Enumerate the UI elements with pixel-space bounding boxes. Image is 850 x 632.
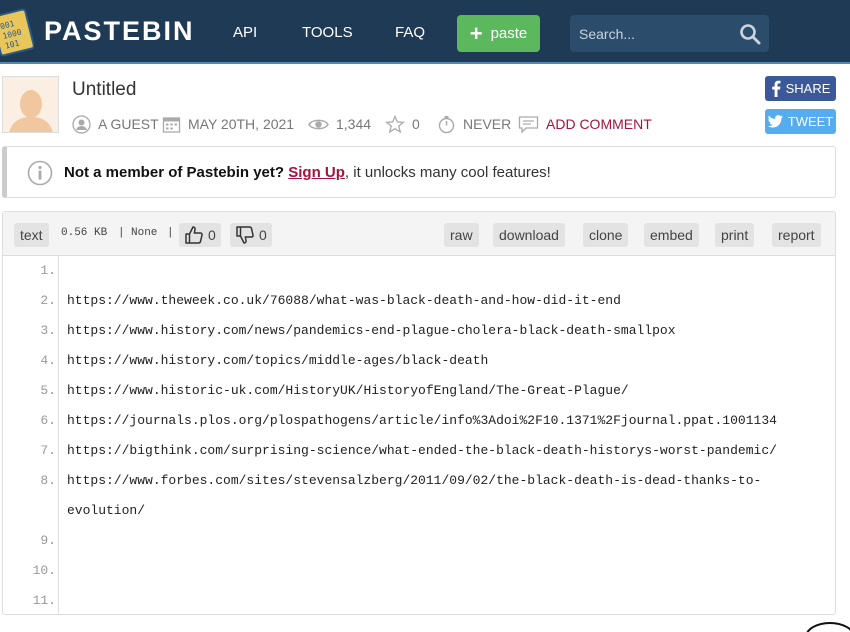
rating-count: 0 bbox=[412, 116, 420, 132]
partial-circle-graphic bbox=[805, 622, 850, 632]
embed-button[interactable]: embed bbox=[644, 223, 699, 247]
like-button[interactable]: 0 bbox=[179, 223, 221, 247]
code-line: https://www.history.com/news/pandemics-e… bbox=[67, 323, 676, 338]
author-name[interactable]: A GUEST bbox=[98, 116, 159, 132]
line-number: 9. bbox=[40, 533, 56, 548]
nav-api[interactable]: API bbox=[233, 24, 257, 41]
thumbs-down-icon bbox=[236, 226, 254, 244]
search-input[interactable] bbox=[570, 15, 730, 52]
notice-suffix: , it unlocks many cool features! bbox=[344, 164, 551, 181]
like-count: 0 bbox=[208, 227, 216, 243]
top-header: 001 1000 101 PASTEBIN API TOOLS FAQ + pa… bbox=[0, 0, 850, 64]
twitter-share-label: TWEET bbox=[787, 114, 834, 129]
date-meta: MAY 20TH, 2021 bbox=[162, 114, 294, 134]
paste-size: 0.56 KB bbox=[61, 227, 108, 239]
download-button[interactable]: download bbox=[493, 223, 565, 247]
calendar-icon bbox=[162, 116, 181, 133]
author-meta: A GUEST bbox=[72, 114, 159, 134]
print-button[interactable]: print bbox=[715, 223, 755, 247]
comment-icon bbox=[518, 115, 539, 134]
thumbs-up-icon bbox=[185, 226, 203, 244]
add-comment-link[interactable]: ADD COMMENT bbox=[546, 116, 652, 132]
notice-text: Not a member of Pastebin yet? Sign Up, i… bbox=[64, 164, 551, 181]
separator: | bbox=[118, 227, 125, 239]
avatar[interactable] bbox=[2, 76, 59, 133]
line-number-gutter bbox=[3, 256, 59, 614]
dislike-button[interactable]: 0 bbox=[230, 223, 272, 247]
paste-category: None bbox=[131, 227, 158, 239]
signup-link[interactable]: Sign Up bbox=[288, 164, 345, 181]
line-number: 11. bbox=[32, 593, 56, 608]
syntax-label[interactable]: text bbox=[14, 223, 49, 247]
comment-meta[interactable]: ADD COMMENT bbox=[518, 114, 652, 134]
brand-name[interactable]: PASTEBIN bbox=[44, 16, 195, 47]
code-line: https://journals.plos.org/plospathogens/… bbox=[67, 413, 777, 428]
timer-icon bbox=[438, 115, 455, 133]
code-line: evolution/ bbox=[67, 503, 146, 518]
paste-title: Untitled bbox=[72, 79, 137, 100]
line-number: 4. bbox=[40, 353, 56, 368]
code-line: https://bigthink.com/surprising-science/… bbox=[67, 443, 777, 458]
line-number: 7. bbox=[40, 443, 56, 458]
raw-button[interactable]: raw bbox=[444, 223, 479, 247]
paste-content-box: text 0.56 KB | None | 0 0 raw download c… bbox=[2, 211, 836, 615]
line-number: 5. bbox=[40, 383, 56, 398]
twitter-icon bbox=[767, 115, 783, 128]
code-line: https://www.forbes.com/sites/stevensalzb… bbox=[67, 473, 762, 488]
clone-button[interactable]: clone bbox=[583, 223, 629, 247]
info-icon bbox=[27, 160, 53, 186]
code-line: https://www.history.com/topics/middle-ag… bbox=[67, 353, 489, 368]
nav-tools[interactable]: TOOLS bbox=[302, 24, 353, 41]
line-number: 1. bbox=[40, 263, 56, 278]
user-icon bbox=[72, 114, 91, 134]
facebook-share-button[interactable]: SHARE bbox=[765, 76, 836, 101]
expiry-value: NEVER bbox=[463, 116, 512, 132]
facebook-share-label: SHARE bbox=[785, 81, 831, 96]
star-icon[interactable] bbox=[385, 114, 405, 134]
line-number: 2. bbox=[40, 293, 56, 308]
search-icon[interactable] bbox=[739, 23, 761, 45]
view-count: 1,344 bbox=[336, 116, 372, 132]
report-button[interactable]: report bbox=[772, 223, 821, 247]
new-paste-button[interactable]: + paste bbox=[457, 15, 540, 52]
line-number: 10. bbox=[32, 563, 56, 578]
line-number: 6. bbox=[40, 413, 56, 428]
views-meta: 1,344 bbox=[308, 114, 371, 134]
expiry-meta: NEVER bbox=[437, 114, 511, 134]
notice-prefix: Not a member of Pastebin yet? bbox=[64, 164, 285, 181]
pastebin-logo-icon[interactable]: 001 1000 101 bbox=[0, 6, 35, 58]
dislike-count: 0 bbox=[259, 227, 267, 243]
line-number: 3. bbox=[40, 323, 56, 338]
twitter-share-button[interactable]: TWEET bbox=[765, 109, 836, 134]
line-number: 8. bbox=[40, 473, 56, 488]
facebook-icon bbox=[771, 80, 781, 97]
paste-toolbar: text 0.56 KB | None | 0 0 raw download c… bbox=[3, 212, 835, 256]
signup-notice: Not a member of Pastebin yet? Sign Up, i… bbox=[2, 146, 836, 198]
separator: | bbox=[167, 227, 174, 239]
plus-icon: + bbox=[469, 20, 483, 46]
eye-icon bbox=[308, 119, 329, 129]
code-line: https://www.historic-uk.com/HistoryUK/Hi… bbox=[67, 383, 629, 398]
rating-meta: 0 bbox=[385, 114, 420, 134]
paste-date: MAY 20TH, 2021 bbox=[188, 116, 295, 132]
search-box bbox=[570, 15, 769, 52]
nav-faq[interactable]: FAQ bbox=[395, 24, 425, 41]
new-paste-label: paste bbox=[490, 25, 528, 42]
code-line: https://www.theweek.co.uk/76088/what-was… bbox=[67, 293, 621, 308]
